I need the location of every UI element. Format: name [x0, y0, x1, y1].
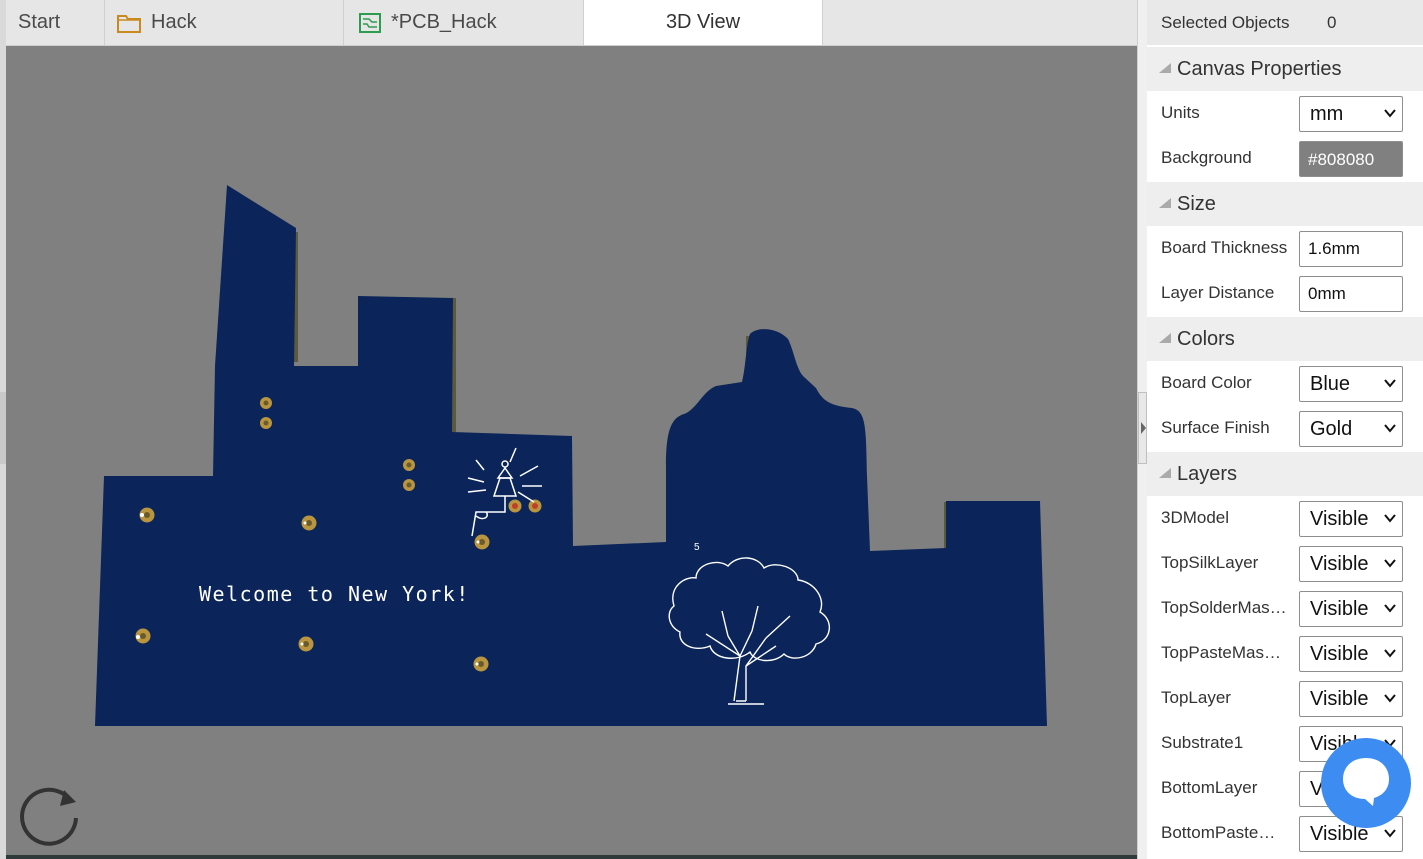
- splitter-grip-icon[interactable]: [1138, 392, 1147, 464]
- layer-name: TopPasteMaskLayer: [1161, 643, 1289, 662]
- pad-number-label: 5: [694, 542, 700, 553]
- layer-visibility-select[interactable]: Visible: [1299, 546, 1403, 582]
- layer-visibility-select[interactable]: Visible: [1299, 681, 1403, 717]
- surface-finish-value: Gold: [1310, 418, 1353, 440]
- tab-hack[interactable]: Hack: [105, 0, 344, 45]
- layer-row: 3DModel Visible: [1147, 496, 1423, 541]
- surface-finish-label: Surface Finish: [1161, 418, 1270, 437]
- tab-label: Hack: [151, 11, 197, 33]
- layer-visibility-value: Visible: [1310, 553, 1369, 575]
- layer-row: TopLayer Visible: [1147, 676, 1423, 721]
- pcb-board: [95, 185, 1047, 726]
- viewport-bottom-strip: [6, 855, 1137, 859]
- chevron-down-icon: [1384, 694, 1396, 703]
- folder-icon: [117, 13, 141, 33]
- chevron-down-icon: [1384, 379, 1396, 388]
- properties-panel: Selected Objects 0 Canvas Properties Uni…: [1147, 0, 1423, 859]
- reset-view-icon[interactable]: [16, 776, 86, 851]
- board-color-value: Blue: [1310, 373, 1351, 395]
- layer-visibility-select[interactable]: Visible: [1299, 636, 1403, 672]
- background-label: Background: [1161, 148, 1252, 167]
- collapse-triangle-icon: [1159, 63, 1171, 73]
- surface-finish-row: Surface Finish Gold: [1147, 406, 1423, 451]
- silkscreen-welcome-text: Welcome to New York!: [199, 582, 470, 606]
- background-color-value: #808080: [1308, 150, 1375, 169]
- collapse-triangle-icon: [1159, 333, 1171, 343]
- chevron-down-icon: [1384, 424, 1396, 433]
- selected-objects-label: Selected Objects: [1161, 13, 1290, 32]
- chevron-down-icon: [1384, 109, 1396, 118]
- chat-bubble-icon: [1343, 758, 1389, 806]
- pcb-icon: [359, 12, 381, 33]
- tab-label: 3D View: [665, 11, 741, 33]
- board-thickness-label: Board Thickness: [1161, 238, 1288, 257]
- tab-start[interactable]: Start: [0, 0, 105, 45]
- units-row: Units mm: [1147, 91, 1423, 136]
- layer-name: BottomLayer: [1161, 778, 1258, 797]
- layer-name: TopLayer: [1161, 688, 1231, 707]
- layer-row: TopSolderMaskLayer Visible: [1147, 586, 1423, 631]
- 3d-viewport[interactable]: Welcome to New York! 5: [6, 46, 1137, 855]
- chat-support-button[interactable]: [1321, 738, 1411, 828]
- units-label: Units: [1161, 103, 1200, 122]
- layer-visibility-select[interactable]: Visible: [1299, 501, 1403, 537]
- board-thickness-row: Board Thickness: [1147, 226, 1423, 271]
- board-color-row: Board Color Blue: [1147, 361, 1423, 406]
- chevron-down-icon: [1384, 649, 1396, 658]
- chevron-down-icon: [1384, 829, 1396, 838]
- selected-objects-row: Selected Objects 0: [1147, 0, 1423, 45]
- layer-visibility-select[interactable]: Visible: [1299, 591, 1403, 627]
- tab-pcb-hack[interactable]: *PCB_Hack: [344, 0, 584, 45]
- background-color-picker[interactable]: #808080: [1299, 141, 1403, 177]
- collapse-triangle-icon: [1159, 468, 1171, 478]
- collapse-triangle-icon: [1159, 198, 1171, 208]
- layer-distance-input[interactable]: [1299, 276, 1403, 312]
- board-color-label: Board Color: [1161, 373, 1252, 392]
- chevron-down-icon: [1384, 559, 1396, 568]
- units-value: mm: [1310, 103, 1344, 125]
- board-color-select[interactable]: Blue: [1299, 366, 1403, 402]
- units-select[interactable]: mm: [1299, 96, 1403, 132]
- layer-visibility-value: Visible: [1310, 643, 1369, 665]
- chevron-down-icon: [1384, 514, 1396, 523]
- layer-name: Substrate1: [1161, 733, 1244, 752]
- layer-name: BottomPasteMaskLayer: [1161, 823, 1289, 842]
- section-colors[interactable]: Colors: [1147, 317, 1423, 361]
- section-title: Canvas Properties: [1177, 58, 1342, 80]
- tab-label: Start: [18, 11, 61, 33]
- layer-visibility-value: Visible: [1310, 598, 1369, 620]
- board-thickness-input[interactable]: [1299, 231, 1403, 267]
- section-title: Size: [1177, 193, 1216, 215]
- layer-name: TopSolderMaskLayer: [1161, 598, 1289, 617]
- tab-label: *PCB_Hack: [391, 11, 497, 33]
- section-canvas-properties[interactable]: Canvas Properties: [1147, 47, 1423, 91]
- pcb-board-render: [95, 185, 1047, 726]
- selected-objects-count: 0: [1327, 13, 1337, 32]
- background-row: Background #808080: [1147, 136, 1423, 181]
- panel-splitter[interactable]: [1137, 0, 1147, 859]
- layer-distance-row: Layer Distance: [1147, 271, 1423, 316]
- surface-finish-select[interactable]: Gold: [1299, 411, 1403, 447]
- layer-name: 3DModel: [1161, 508, 1230, 527]
- document-tab-bar: Start Hack *PCB_Hack 3D View: [0, 0, 1137, 46]
- section-size[interactable]: Size: [1147, 182, 1423, 226]
- layer-visibility-value: Visible: [1310, 508, 1369, 530]
- layer-distance-label: Layer Distance: [1161, 283, 1275, 302]
- layer-name: TopSilkLayer: [1161, 553, 1259, 572]
- tab-3d-view[interactable]: 3D View: [584, 0, 823, 45]
- layer-visibility-value: Visible: [1310, 688, 1369, 710]
- section-title: Layers: [1177, 463, 1238, 485]
- layer-row: TopPasteMaskLayer Visible: [1147, 631, 1423, 676]
- section-title: Colors: [1177, 328, 1235, 350]
- section-layers[interactable]: Layers: [1147, 452, 1423, 496]
- chevron-down-icon: [1384, 604, 1396, 613]
- layer-row: TopSilkLayer Visible: [1147, 541, 1423, 586]
